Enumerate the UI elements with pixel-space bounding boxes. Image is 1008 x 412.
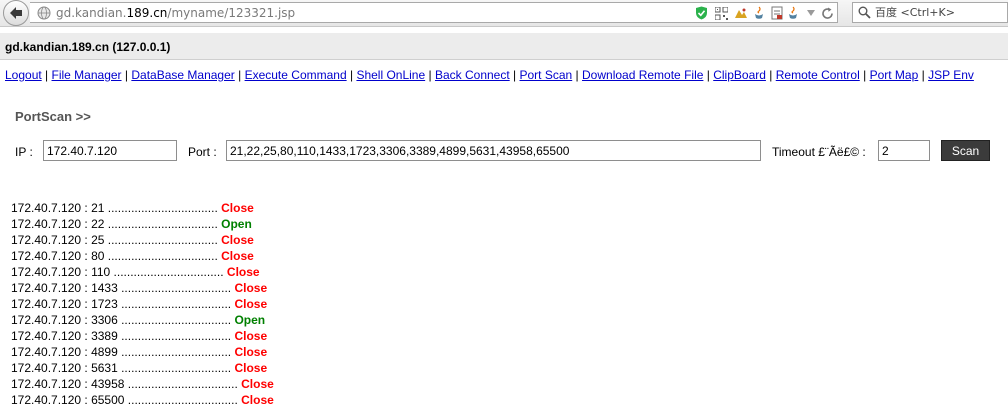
- nav-menu: Logout | File Manager | DataBase Manager…: [5, 68, 974, 82]
- nav-separator: |: [575, 68, 579, 82]
- result-status: Close: [234, 297, 268, 311]
- scan-results: 172.40.7.120 : 21 ......................…: [11, 200, 274, 408]
- result-line: 172.40.7.120 : 3389 ....................…: [11, 328, 274, 344]
- nav-logout[interactable]: Logout: [5, 68, 42, 82]
- scan-button[interactable]: Scan: [941, 140, 990, 161]
- ip-label: IP :: [15, 145, 33, 159]
- url-path: /myname/123321.jsp: [167, 6, 296, 20]
- url-text: gd.kandian.189.cn/myname/123321.jsp: [56, 6, 295, 20]
- document-icon[interactable]: [770, 6, 784, 20]
- nav-separator: |: [45, 68, 49, 82]
- result-status: Close: [221, 233, 254, 247]
- result-status: Close: [234, 329, 268, 343]
- nav-port-scan[interactable]: Port Scan: [520, 68, 573, 82]
- result-line: 172.40.7.120 : 22 ......................…: [11, 216, 274, 232]
- result-prefix: 172.40.7.120 : 1723 ....................…: [11, 297, 232, 311]
- result-line: 172.40.7.120 : 110 .....................…: [11, 264, 274, 280]
- host-header: gd.kandian.189.cn (127.0.0.1): [0, 33, 1008, 60]
- result-prefix: 172.40.7.120 : 21 ......................…: [11, 201, 218, 215]
- nav-port-map[interactable]: Port Map: [870, 68, 919, 82]
- back-arrow-icon: [10, 7, 22, 19]
- plugin-icon[interactable]: [734, 6, 748, 20]
- address-bar[interactable]: gd.kandian.189.cn/myname/123321.jsp: [30, 2, 838, 23]
- nav-separator: |: [706, 68, 710, 82]
- host-title: gd.kandian.189.cn (127.0.0.1): [5, 40, 171, 54]
- nav-remote-control[interactable]: Remote Control: [776, 68, 860, 82]
- timeout-input[interactable]: [878, 140, 930, 161]
- result-status: Close: [241, 393, 274, 407]
- result-line: 172.40.7.120 : 65500 ...................…: [11, 392, 274, 408]
- nav-execute-command[interactable]: Execute Command: [245, 68, 347, 82]
- result-prefix: 172.40.7.120 : 3389 ....................…: [11, 329, 232, 343]
- result-line: 172.40.7.120 : 1723 ....................…: [11, 296, 274, 312]
- result-status: Close: [221, 201, 254, 215]
- nav-separator: |: [349, 68, 354, 82]
- nav-file-manager[interactable]: File Manager: [52, 68, 122, 82]
- result-prefix: 172.40.7.120 : 22 ......................…: [11, 217, 218, 231]
- portscan-title: PortScan >>: [15, 109, 91, 124]
- result-line: 172.40.7.120 : 3306 ....................…: [11, 312, 274, 328]
- port-input[interactable]: [226, 140, 761, 161]
- timeout-label: Timeout £¨Ãë£© :: [772, 145, 866, 159]
- url-prefix: gd.kandian.: [56, 6, 127, 20]
- result-prefix: 172.40.7.120 : 3306 ....................…: [11, 313, 232, 327]
- result-prefix: 172.40.7.120 : 1433 ....................…: [11, 281, 232, 295]
- search-input[interactable]: [875, 4, 1003, 20]
- port-label: Port :: [188, 145, 217, 159]
- nav-back-connect[interactable]: Back Connect: [435, 68, 510, 82]
- nav-clipboard[interactable]: ClipBoard: [713, 68, 766, 82]
- result-line: 172.40.7.120 : 21 ......................…: [11, 200, 274, 216]
- result-line: 172.40.7.120 : 80 ......................…: [11, 248, 274, 264]
- qr-code-icon[interactable]: [714, 6, 728, 20]
- result-prefix: 172.40.7.120 : 5631 ....................…: [11, 361, 232, 375]
- result-line: 172.40.7.120 : 4899 ....................…: [11, 344, 274, 360]
- nav-separator: |: [238, 68, 242, 82]
- nav-separator: |: [921, 68, 925, 82]
- result-line: 172.40.7.120 : 25 ......................…: [11, 232, 274, 248]
- reload-icon[interactable]: [820, 6, 834, 20]
- nav-database-manager[interactable]: DataBase Manager: [131, 68, 234, 82]
- nav-download-remote-file[interactable]: Download Remote File: [582, 68, 703, 82]
- result-prefix: 172.40.7.120 : 4899 ....................…: [11, 345, 232, 359]
- result-status: Open: [221, 217, 252, 231]
- nav-separator: |: [428, 68, 432, 82]
- shield-icon[interactable]: [694, 6, 708, 20]
- nav-separator: |: [124, 68, 129, 82]
- result-status: Close: [234, 281, 268, 295]
- result-line: 172.40.7.120 : 43958 ...................…: [11, 376, 274, 392]
- result-status: Open: [234, 313, 266, 327]
- result-line: 172.40.7.120 : 1433 ....................…: [11, 280, 274, 296]
- browser-toolbar: gd.kandian.189.cn/myname/123321.jsp: [0, 0, 1008, 27]
- result-prefix: 172.40.7.120 : 65500 ...................…: [11, 393, 238, 407]
- nav-separator: |: [769, 68, 773, 82]
- result-prefix: 172.40.7.120 : 110 .....................…: [11, 265, 224, 279]
- result-prefix: 172.40.7.120 : 43958 ...................…: [11, 377, 238, 391]
- result-status: Close: [234, 345, 268, 359]
- java-icon[interactable]: [752, 6, 766, 20]
- back-button[interactable]: [3, 0, 29, 26]
- portscan-form: IP : Port : Timeout £¨Ãë£© : Scan: [0, 140, 1008, 164]
- nav-separator: |: [863, 68, 867, 82]
- search-icon: [858, 6, 871, 19]
- result-line: 172.40.7.120 : 5631 ....................…: [11, 360, 274, 376]
- result-prefix: 172.40.7.120 : 25 ......................…: [11, 233, 218, 247]
- ip-input[interactable]: [43, 140, 177, 161]
- nav-jsp-env[interactable]: JSP Env: [928, 68, 974, 82]
- globe-icon: [37, 6, 51, 20]
- nav-separator: |: [513, 68, 517, 82]
- result-status: Close: [234, 361, 268, 375]
- result-status: Close: [221, 249, 254, 263]
- nav-shell-online[interactable]: Shell OnLine: [356, 68, 425, 82]
- result-status: Close: [226, 265, 260, 279]
- result-status: Close: [241, 377, 274, 391]
- dropdown-arrow-icon[interactable]: [804, 6, 818, 20]
- search-bar[interactable]: [852, 2, 1008, 23]
- url-domain: 189.cn: [126, 6, 168, 20]
- result-prefix: 172.40.7.120 : 80 ......................…: [11, 249, 218, 263]
- java-icon-2[interactable]: [786, 6, 800, 20]
